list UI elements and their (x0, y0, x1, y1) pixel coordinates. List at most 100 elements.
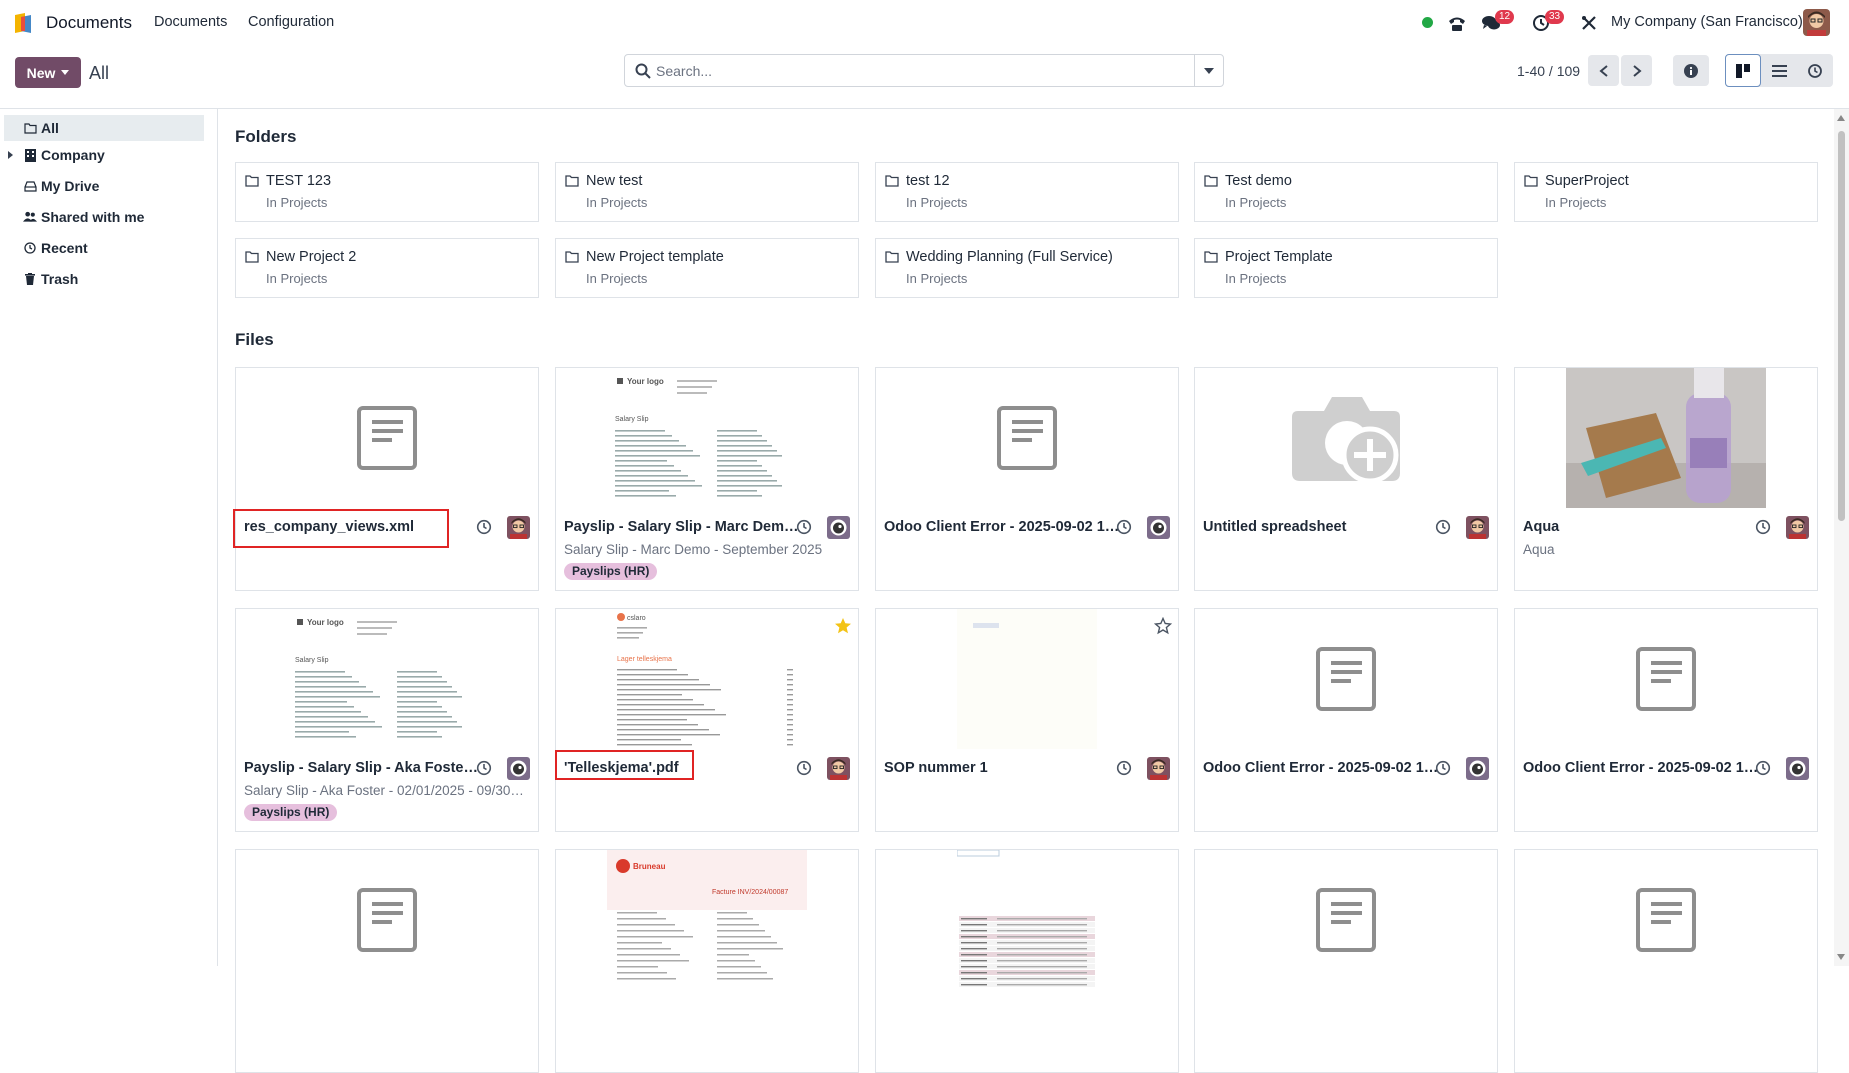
file-card[interactable] (875, 849, 1179, 1073)
online-status-icon[interactable] (1422, 17, 1433, 28)
user-avatar[interactable] (1803, 9, 1830, 36)
file-thumbnail[interactable] (1515, 850, 1817, 990)
folder-card[interactable]: test 12 In Projects (875, 162, 1179, 222)
caret-down-icon (61, 70, 70, 75)
file-thumbnail[interactable] (1195, 368, 1497, 508)
activity-clock-icon[interactable] (1755, 519, 1771, 535)
file-thumbnail[interactable] (236, 368, 538, 508)
owner-avatar[interactable] (1786, 516, 1809, 539)
owner-avatar[interactable] (1466, 757, 1489, 780)
file-card[interactable]: Your logo Salary Slip Payslip - Salary Sli… (555, 367, 859, 591)
owner-avatar[interactable] (1147, 757, 1170, 780)
company-switcher[interactable]: My Company (San Francisco) (1611, 14, 1803, 30)
activity-clock-icon[interactable] (796, 760, 812, 776)
owner-avatar[interactable] (827, 757, 850, 780)
owner-avatar[interactable] (1147, 516, 1170, 539)
sidebar-item-recent[interactable]: Recent (0, 235, 218, 261)
folder-card[interactable]: Wedding Planning (Full Service) In Projec… (875, 238, 1179, 298)
folder-card[interactable]: Test demo In Projects (1194, 162, 1498, 222)
file-card[interactable]: Bruneau Facture INV/2024/00087 (555, 849, 859, 1073)
app-brand[interactable]: Documents (46, 13, 132, 33)
phone-icon[interactable] (1446, 12, 1468, 34)
file-card[interactable] (235, 849, 539, 1073)
file-card[interactable]: Untitled spreadsheet (1194, 367, 1498, 591)
documents-app-logo[interactable] (12, 11, 36, 35)
owner-avatar[interactable] (1786, 757, 1809, 780)
folder-card[interactable]: TEST 123 In Projects (235, 162, 539, 222)
activity-clock-icon[interactable] (1435, 760, 1451, 776)
file-card[interactable] (1514, 849, 1818, 1073)
search-bar[interactable] (624, 54, 1224, 87)
file-thumbnail[interactable] (876, 850, 1178, 990)
menu-documents[interactable]: Documents (154, 14, 227, 30)
owner-avatar[interactable] (827, 516, 850, 539)
file-card[interactable]: Odoo Client Error - 2025-09-02 12:00:00 (875, 367, 1179, 591)
caret-right-icon[interactable] (8, 151, 13, 159)
activity-clock-icon[interactable] (1435, 519, 1451, 535)
folder-card[interactable]: New test In Projects (555, 162, 859, 222)
search-options-toggle[interactable] (1194, 55, 1223, 86)
file-thumbnail[interactable] (876, 609, 1178, 749)
folder-card[interactable]: SuperProject In Projects (1514, 162, 1818, 222)
file-thumbnail[interactable]: cslaro Lager telleskjema (556, 609, 858, 749)
details-panel-button[interactable] (1673, 55, 1709, 86)
building-icon (23, 148, 37, 162)
highlight-box (555, 750, 694, 780)
file-card[interactable]: cslaro Lager telleskjema 'Telleskjema'.pdf (555, 608, 859, 832)
file-card[interactable]: SOP nummer 1 (875, 608, 1179, 832)
owner-avatar[interactable] (507, 757, 530, 780)
pager-value[interactable]: 1-40 / 109 (1517, 63, 1580, 79)
star-filled-icon[interactable] (834, 617, 852, 635)
menu-configuration[interactable]: Configuration (248, 14, 334, 30)
owner-avatar[interactable] (507, 516, 530, 539)
file-thumbnail[interactable] (876, 368, 1178, 508)
folder-card[interactable]: New Project 2 In Projects (235, 238, 539, 298)
file-card[interactable]: Odoo Client Error - 2025-09-02 12:10:00 (1514, 608, 1818, 832)
file-thumbnail[interactable]: Your logo Salary Slip (556, 368, 858, 508)
sidebar-item-company[interactable]: Company (0, 142, 218, 168)
scroll-thumb[interactable] (1838, 131, 1845, 521)
kanban-view-button[interactable] (1725, 54, 1761, 87)
info-icon (1684, 63, 1698, 78)
file-thumbnail[interactable] (1515, 609, 1817, 749)
sidebar-item-my-drive[interactable]: My Drive (0, 173, 218, 199)
owner-avatar[interactable] (1466, 516, 1489, 539)
chevron-right-icon (1632, 64, 1642, 77)
activity-clock-icon[interactable] (1755, 760, 1771, 776)
search-input[interactable] (656, 55, 1176, 86)
activity-view-button[interactable] (1797, 54, 1833, 87)
sidebar-item-trash[interactable]: Trash (0, 266, 218, 292)
sidebar-item-shared-with-me[interactable]: Shared with me (0, 204, 218, 230)
main-scrollbar[interactable] (1834, 109, 1849, 966)
file-card[interactable]: Odoo Client Error - 2025-09-02 12:05:00 (1194, 608, 1498, 832)
sidebar-item-all[interactable]: All (4, 115, 204, 141)
scroll-up-icon[interactable] (1837, 115, 1845, 121)
activity-clock-icon[interactable] (476, 519, 492, 535)
list-view-button[interactable] (1761, 54, 1797, 87)
file-thumbnail[interactable]: Your logo Salary Slip (236, 609, 538, 749)
folder-name: TEST 123 (266, 173, 332, 189)
scroll-down-icon[interactable] (1837, 954, 1845, 960)
file-card[interactable]: Your logo Salary Slip Payslip - Salary Sli… (235, 608, 539, 832)
file-thumbnail[interactable]: Bruneau Facture INV/2024/00087 (556, 850, 858, 990)
star-outline-icon[interactable] (1154, 617, 1172, 635)
pager-next-button[interactable] (1621, 55, 1652, 86)
activity-clock-icon[interactable] (1116, 519, 1132, 535)
folder-location: In Projects (1225, 195, 1287, 210)
activity-clock-icon[interactable] (796, 519, 812, 535)
activity-clock-icon[interactable] (1116, 760, 1132, 776)
document-placeholder-icon (1636, 647, 1696, 711)
file-thumbnail[interactable] (236, 850, 538, 990)
new-button[interactable]: New (15, 57, 81, 88)
file-card[interactable]: res_company_views.xml (235, 367, 539, 591)
activity-clock-icon[interactable] (476, 760, 492, 776)
file-card[interactable] (1194, 849, 1498, 1073)
file-thumbnail[interactable] (1515, 368, 1817, 508)
file-thumbnail[interactable] (1195, 609, 1497, 749)
folder-card[interactable]: Project Template In Projects (1194, 238, 1498, 298)
pager-previous-button[interactable] (1588, 55, 1619, 86)
folder-card[interactable]: New Project template In Projects (555, 238, 859, 298)
debug-tools-icon[interactable] (1578, 12, 1600, 34)
file-thumbnail[interactable] (1195, 850, 1497, 990)
file-card[interactable]: Aqua Aqua (1514, 367, 1818, 591)
